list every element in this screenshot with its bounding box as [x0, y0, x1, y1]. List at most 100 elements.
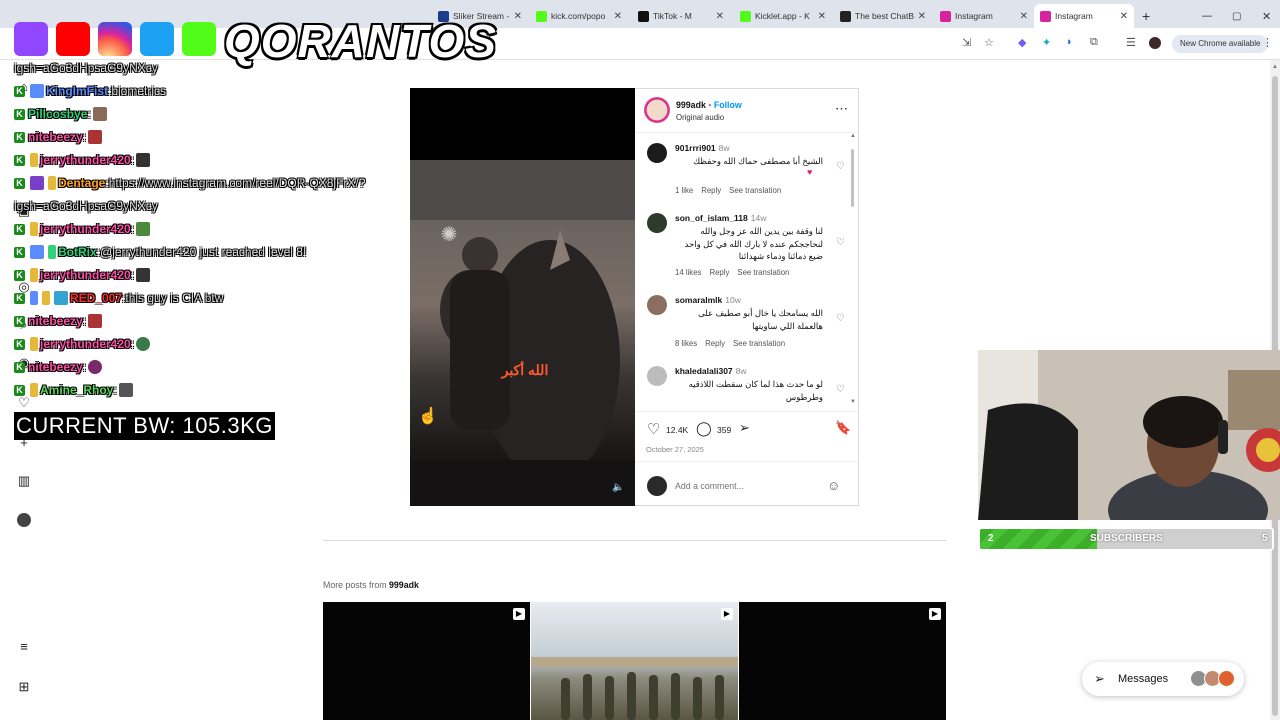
- like-comment-icon[interactable]: ♡: [836, 161, 845, 172]
- bookmark-star-icon[interactable]: ☆: [984, 36, 994, 49]
- heart-emoji-icon: ♥: [807, 167, 813, 177]
- commenter-username: son_of_islam_118: [675, 213, 748, 223]
- emoji-picker-icon[interactable]: ☺: [827, 478, 840, 493]
- close-tab-icon[interactable]: ✕: [1120, 11, 1128, 22]
- volume-icon[interactable]: 🔈: [612, 482, 624, 493]
- close-tab-icon[interactable]: ✕: [818, 11, 826, 22]
- comments-scrollbar[interactable]: ▲ ▼: [849, 133, 857, 409]
- webcam-scene: [978, 350, 1280, 520]
- kick-badge-icon: K: [14, 85, 25, 97]
- reading-list-icon[interactable]: ☰: [1126, 36, 1136, 49]
- follow-button[interactable]: Follow: [714, 100, 742, 110]
- browser-tab-active[interactable]: Instagram ✕: [1034, 4, 1134, 28]
- emote-icon: [136, 268, 151, 282]
- close-tab-icon[interactable]: ✕: [716, 11, 724, 22]
- scroll-up-icon[interactable]: ▲: [1272, 64, 1278, 70]
- comment-text: الشيخ أبا مصطفى حماك الله وحفظك: [693, 156, 823, 166]
- more-post-thumbnail[interactable]: ▶: [739, 602, 946, 720]
- divider: [635, 132, 858, 133]
- add-comment-input[interactable]: [675, 478, 825, 494]
- comment-bubble-icon[interactable]: ◯: [696, 420, 712, 437]
- tab-favicon-icon: [940, 10, 951, 22]
- comment-likes[interactable]: 1 like: [675, 186, 693, 195]
- chat-message: Knitebeezy :: [14, 314, 104, 328]
- more-post-thumbnail[interactable]: ▶: [531, 602, 738, 720]
- browser-tab[interactable]: kick.com/popo ✕: [530, 4, 628, 28]
- notifications-heart-icon[interactable]: ♡: [17, 396, 31, 410]
- audio-label[interactable]: Original audio: [676, 113, 724, 122]
- minimize-window-icon[interactable]: —: [1196, 4, 1212, 28]
- commenter-avatar[interactable]: [647, 366, 667, 386]
- restore-window-icon[interactable]: ▢: [1226, 4, 1242, 28]
- profile-icon[interactable]: [17, 513, 31, 527]
- tab-favicon-icon: [536, 10, 547, 22]
- more-options-icon[interactable]: ⋯: [835, 101, 848, 117]
- video-caption: الله أكبر: [501, 362, 549, 378]
- browser-tab[interactable]: Kicklet.app - K ✕: [734, 4, 832, 28]
- scrollbar-thumb[interactable]: [851, 149, 854, 207]
- chrome-menu-icon[interactable]: ⋮: [1262, 36, 1273, 49]
- comment-likes[interactable]: 14 likes: [675, 268, 701, 277]
- like-comment-icon[interactable]: ♡: [836, 313, 845, 324]
- close-tab-icon[interactable]: ✕: [1020, 11, 1028, 22]
- like-comment-icon[interactable]: ♡: [836, 237, 845, 248]
- profile-avatar[interactable]: [1149, 37, 1161, 49]
- extension-icon[interactable]: ◆: [1018, 36, 1026, 49]
- emote-icon: [136, 153, 151, 167]
- close-tab-icon[interactable]: ✕: [918, 11, 926, 22]
- reply-button[interactable]: Reply: [701, 186, 721, 195]
- scroll-up-icon[interactable]: ▲: [850, 133, 856, 139]
- extensions-puzzle-icon[interactable]: ⧉: [1090, 36, 1098, 49]
- kick-icon: [182, 22, 216, 56]
- reply-button[interactable]: Reply: [709, 268, 729, 277]
- more-menu-icon[interactable]: ≡: [17, 640, 31, 654]
- scroll-down-icon[interactable]: ▼: [850, 399, 856, 405]
- comment-text: لو ما حدث هذا لما كان سقطت اللاذقيه وطرط…: [688, 379, 823, 402]
- close-tab-icon[interactable]: ✕: [614, 11, 622, 22]
- new-chrome-available-button[interactable]: New Chrome available: [1172, 35, 1269, 53]
- emote-icon: [88, 314, 103, 328]
- install-app-icon[interactable]: ⇲: [962, 36, 971, 49]
- browser-tab[interactable]: TikTok - M ✕: [632, 4, 730, 28]
- video-scene: [410, 160, 635, 506]
- subscriber-current: 2: [988, 533, 994, 544]
- save-bookmark-icon[interactable]: 🔖: [835, 420, 851, 436]
- like-count[interactable]: 12.4K: [666, 425, 688, 435]
- badge-icon: [30, 337, 38, 351]
- subscriber-goal: 5: [1262, 533, 1268, 544]
- like-comment-icon[interactable]: ♡: [836, 384, 845, 395]
- browser-tab[interactable]: The best ChatB ✕: [834, 4, 932, 28]
- commenter-avatar[interactable]: [647, 213, 667, 233]
- commenter-avatar[interactable]: [647, 143, 667, 163]
- see-translation-button[interactable]: See translation: [729, 186, 781, 195]
- see-translation-button[interactable]: See translation: [737, 268, 789, 277]
- comment: khaledalali307 8w لو ما حدث هذا لما كان س…: [645, 366, 845, 406]
- new-tab-button[interactable]: +: [1136, 4, 1152, 28]
- share-icon[interactable]: ➢: [739, 420, 750, 436]
- badge-icon: [30, 222, 38, 236]
- like-heart-icon[interactable]: ♡: [647, 420, 660, 438]
- tab-favicon-icon: [638, 10, 649, 22]
- more-post-thumbnail[interactable]: ▶: [323, 602, 530, 720]
- more-posts-username[interactable]: 999adk: [389, 580, 419, 590]
- messages-button[interactable]: ➢ Messages: [1082, 662, 1244, 696]
- more-posts-heading: More posts from 999adk: [323, 580, 419, 590]
- dashboard-icon[interactable]: ▥: [17, 474, 31, 488]
- also-from-meta-icon[interactable]: ⊞: [17, 680, 31, 694]
- author-avatar[interactable]: [644, 97, 670, 123]
- commenter-avatar[interactable]: [647, 295, 667, 315]
- badge-icon: [30, 383, 38, 397]
- browser-tab[interactable]: Instagram ✕: [934, 4, 1034, 28]
- reply-button[interactable]: Reply: [705, 339, 725, 348]
- close-tab-icon[interactable]: ✕: [514, 11, 522, 22]
- post-video[interactable]: ✺ الله أكبر 🔈: [410, 88, 635, 506]
- see-translation-button[interactable]: See translation: [733, 339, 785, 348]
- chat-message: K BotRix : @jerrythunder420 just reached …: [14, 245, 306, 259]
- extension-icon[interactable]: ✦: [1042, 36, 1051, 49]
- emote-icon: [88, 130, 103, 144]
- comment-likes[interactable]: 8 likes: [675, 339, 697, 348]
- extension-icon[interactable]: ◗: [1066, 36, 1073, 48]
- close-window-icon[interactable]: ✕: [1256, 4, 1272, 28]
- comment-time: 14w: [750, 213, 767, 223]
- author-username[interactable]: 999adk • Follow: [676, 100, 742, 110]
